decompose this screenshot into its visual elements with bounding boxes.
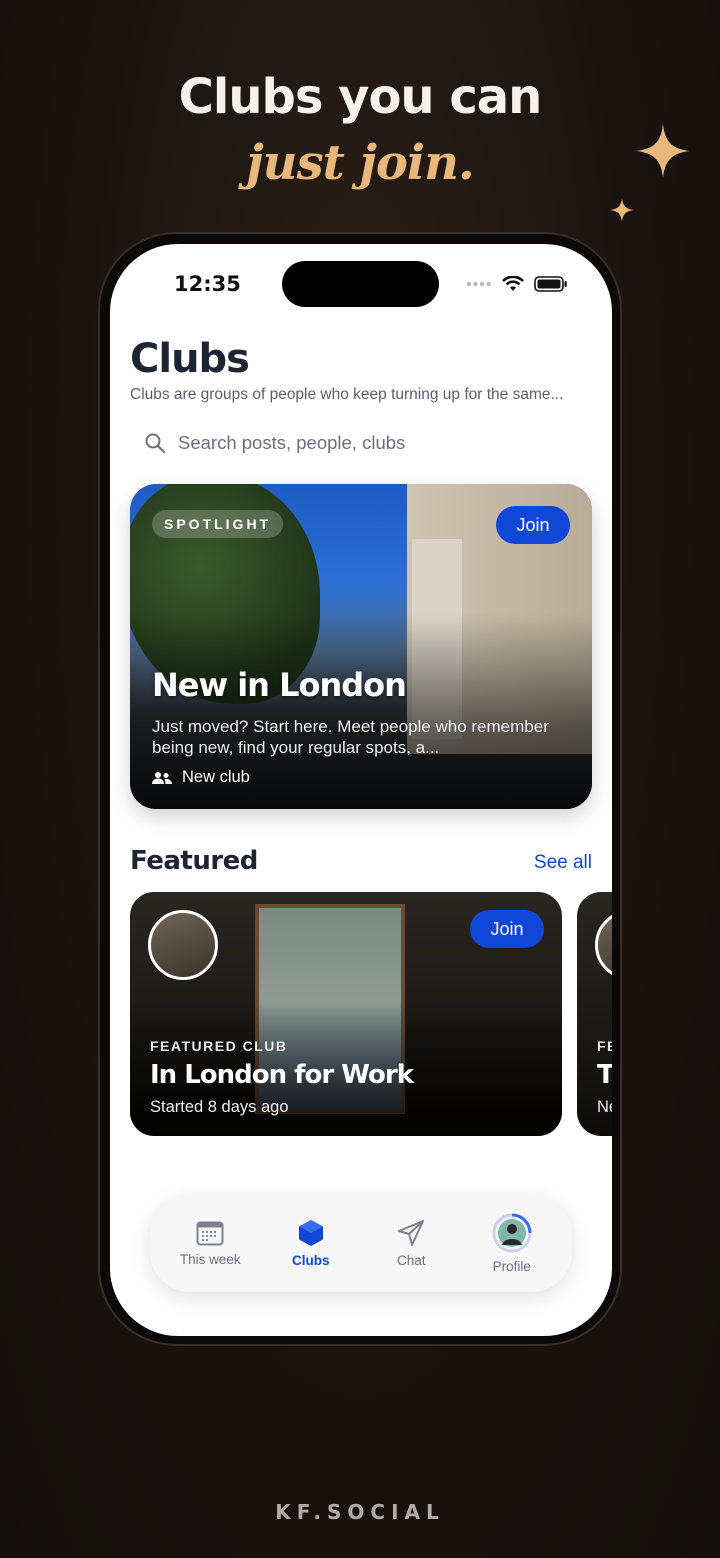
featured-card-next-subtitle: Ne xyxy=(597,1098,612,1116)
featured-card[interactable]: Join FEATURED CLUB In London for Work St… xyxy=(130,892,562,1136)
headline-line-2: just join. xyxy=(246,135,474,191)
status-icons xyxy=(466,276,568,292)
send-icon xyxy=(398,1219,425,1246)
tab-chat[interactable]: Chat xyxy=(365,1219,457,1268)
tab-chat-label: Chat xyxy=(396,1252,426,1268)
search-bar[interactable] xyxy=(144,432,478,454)
headline: Clubs you can just join. xyxy=(0,66,720,198)
tab-this-week-label: This week xyxy=(179,1251,241,1267)
tab-clubs-label: Clubs xyxy=(291,1252,330,1268)
club-avatar xyxy=(148,910,218,980)
tab-profile[interactable]: Profile xyxy=(466,1213,558,1274)
dynamic-island xyxy=(282,261,439,307)
spotlight-card[interactable]: SPOTLIGHT Join New in London Just moved?… xyxy=(130,484,592,809)
featured-card-next[interactable]: FE T Ne xyxy=(577,892,612,1136)
featured-card-kicker: FEATURED CLUB xyxy=(150,1038,288,1054)
spotlight-tag: SPOTLIGHT xyxy=(152,510,284,538)
brand-footer: KF.SOCIAL xyxy=(275,1500,445,1524)
featured-card-next-title: T xyxy=(597,1060,612,1090)
sparkle-small-icon xyxy=(610,198,634,222)
phone-frame: 12:35 Clubs Clubs are groups of people w… xyxy=(98,232,622,1346)
cube-icon xyxy=(298,1219,323,1246)
tab-bar: This week Clubs Chat Profile xyxy=(150,1194,572,1292)
spotlight-meta-label: New club xyxy=(182,768,250,786)
featured-card-next-kicker: FE xyxy=(597,1038,612,1054)
club-avatar-next xyxy=(595,910,612,980)
search-icon xyxy=(145,433,166,454)
page-title: Clubs xyxy=(130,336,250,382)
spotlight-meta: New club xyxy=(152,768,250,787)
phone-screen: 12:35 Clubs Clubs are groups of people w… xyxy=(110,244,612,1336)
spotlight-description: Just moved? Start here. Meet people who … xyxy=(152,717,549,757)
wifi-icon xyxy=(502,276,524,291)
see-all-link[interactable]: See all xyxy=(534,852,592,874)
featured-join-button[interactable]: Join xyxy=(470,910,544,948)
tab-clubs[interactable]: Clubs xyxy=(265,1219,357,1268)
status-time: 12:35 xyxy=(174,272,241,296)
people-icon xyxy=(152,771,172,784)
tab-this-week[interactable]: This week xyxy=(164,1220,256,1267)
featured-card-subtitle: Started 8 days ago xyxy=(150,1098,289,1116)
avatar-icon xyxy=(492,1213,532,1252)
spotlight-title: New in London xyxy=(152,666,407,704)
page-subtitle: Clubs are groups of people who keep turn… xyxy=(130,386,564,403)
featured-section-title: Featured xyxy=(130,846,258,876)
search-input[interactable] xyxy=(178,432,478,454)
headline-line-1: Clubs you can xyxy=(178,69,543,125)
sparkle-large-icon xyxy=(636,124,690,178)
featured-card-title: In London for Work xyxy=(150,1060,414,1090)
tab-profile-label: Profile xyxy=(492,1258,531,1274)
cellular-signal-icon xyxy=(466,281,491,287)
calendar-icon xyxy=(196,1221,224,1245)
spotlight-join-button[interactable]: Join xyxy=(496,506,570,544)
battery-icon xyxy=(534,276,567,292)
